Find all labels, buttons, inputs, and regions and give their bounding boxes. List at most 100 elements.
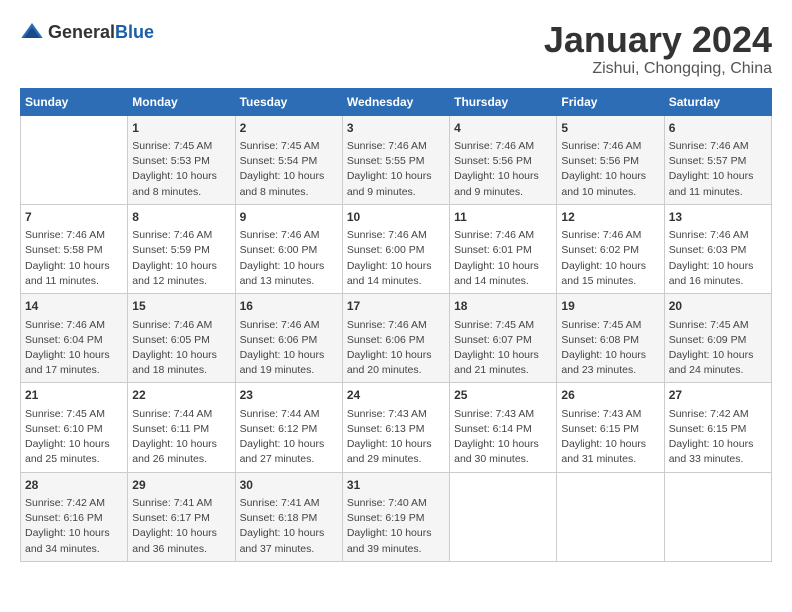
calendar-cell: 8 Sunrise: 7:46 AMSunset: 5:59 PMDaylight… xyxy=(128,204,235,293)
calendar-cell: 7 Sunrise: 7:46 AMSunset: 5:58 PMDaylight… xyxy=(21,204,128,293)
day-number: 7 xyxy=(25,209,123,226)
calendar-cell: 2 Sunrise: 7:45 AMSunset: 5:54 PMDaylight… xyxy=(235,115,342,204)
day-number: 22 xyxy=(132,387,230,404)
weekday-header-monday: Monday xyxy=(128,88,235,115)
cell-content: Sunrise: 7:43 AMSunset: 6:13 PMDaylight:… xyxy=(347,407,445,468)
cell-content: Sunrise: 7:45 AMSunset: 5:54 PMDaylight:… xyxy=(240,139,338,200)
calendar-cell: 29 Sunrise: 7:41 AMSunset: 6:17 PMDayligh… xyxy=(128,472,235,561)
cell-content: Sunrise: 7:46 AMSunset: 6:06 PMDaylight:… xyxy=(347,318,445,379)
calendar-cell: 14 Sunrise: 7:46 AMSunset: 6:04 PMDayligh… xyxy=(21,294,128,383)
cell-content: Sunrise: 7:46 AMSunset: 6:01 PMDaylight:… xyxy=(454,228,552,289)
calendar-cell xyxy=(21,115,128,204)
cell-content: Sunrise: 7:46 AMSunset: 5:55 PMDaylight:… xyxy=(347,139,445,200)
calendar-cell: 4 Sunrise: 7:46 AMSunset: 5:56 PMDaylight… xyxy=(450,115,557,204)
day-number: 14 xyxy=(25,298,123,315)
day-number: 8 xyxy=(132,209,230,226)
cell-content: Sunrise: 7:40 AMSunset: 6:19 PMDaylight:… xyxy=(347,496,445,557)
calendar-cell: 22 Sunrise: 7:44 AMSunset: 6:11 PMDayligh… xyxy=(128,383,235,472)
calendar-table: SundayMondayTuesdayWednesdayThursdayFrid… xyxy=(20,88,772,562)
cell-content: Sunrise: 7:46 AMSunset: 6:03 PMDaylight:… xyxy=(669,228,767,289)
location-title: Zishui, Chongqing, China xyxy=(544,60,772,78)
calendar-cell: 12 Sunrise: 7:46 AMSunset: 6:02 PMDayligh… xyxy=(557,204,664,293)
day-number: 9 xyxy=(240,209,338,226)
calendar-cell: 26Sunrise: 7:43 AMSunset: 6:15 PMDayligh… xyxy=(557,383,664,472)
day-number: 3 xyxy=(347,120,445,137)
calendar-cell: 9 Sunrise: 7:46 AMSunset: 6:00 PMDaylight… xyxy=(235,204,342,293)
cell-content: Sunrise: 7:45 AMSunset: 5:53 PMDaylight:… xyxy=(132,139,230,200)
cell-content: Sunrise: 7:45 AMSunset: 6:08 PMDaylight:… xyxy=(561,318,659,379)
calendar-cell xyxy=(664,472,771,561)
cell-content: Sunrise: 7:46 AMSunset: 6:04 PMDaylight:… xyxy=(25,318,123,379)
cell-content: Sunrise: 7:41 AMSunset: 6:18 PMDaylight:… xyxy=(240,496,338,557)
calendar-cell: 6 Sunrise: 7:46 AMSunset: 5:57 PMDaylight… xyxy=(664,115,771,204)
day-number: 28 xyxy=(25,477,123,494)
calendar-cell: 18Sunrise: 7:45 AMSunset: 6:07 PMDayligh… xyxy=(450,294,557,383)
day-number: 4 xyxy=(454,120,552,137)
day-number: 6 xyxy=(669,120,767,137)
day-number: 16 xyxy=(240,298,338,315)
day-number: 1 xyxy=(132,120,230,137)
calendar-cell: 3 Sunrise: 7:46 AMSunset: 5:55 PMDaylight… xyxy=(342,115,449,204)
logo-icon xyxy=(20,20,44,44)
day-number: 24 xyxy=(347,387,445,404)
calendar-week-row: 7 Sunrise: 7:46 AMSunset: 5:58 PMDaylight… xyxy=(21,204,772,293)
calendar-week-row: 1 Sunrise: 7:45 AMSunset: 5:53 PMDaylight… xyxy=(21,115,772,204)
day-number: 27 xyxy=(669,387,767,404)
logo: GeneralBlue xyxy=(20,20,154,44)
title-block: January 2024 Zishui, Chongqing, China xyxy=(544,20,772,78)
day-number: 2 xyxy=(240,120,338,137)
calendar-week-row: 28Sunrise: 7:42 AMSunset: 6:16 PMDayligh… xyxy=(21,472,772,561)
day-number: 15 xyxy=(132,298,230,315)
calendar-week-row: 14 Sunrise: 7:46 AMSunset: 6:04 PMDayligh… xyxy=(21,294,772,383)
calendar-cell: 23 Sunrise: 7:44 AMSunset: 6:12 PMDayligh… xyxy=(235,383,342,472)
calendar-cell: 17 Sunrise: 7:46 AMSunset: 6:06 PMDayligh… xyxy=(342,294,449,383)
calendar-cell: 20Sunrise: 7:45 AMSunset: 6:09 PMDayligh… xyxy=(664,294,771,383)
day-number: 30 xyxy=(240,477,338,494)
weekday-header-saturday: Saturday xyxy=(664,88,771,115)
day-number: 17 xyxy=(347,298,445,315)
cell-content: Sunrise: 7:44 AMSunset: 6:12 PMDaylight:… xyxy=(240,407,338,468)
cell-content: Sunrise: 7:46 AMSunset: 5:57 PMDaylight:… xyxy=(669,139,767,200)
day-number: 31 xyxy=(347,477,445,494)
cell-content: Sunrise: 7:42 AMSunset: 6:15 PMDaylight:… xyxy=(669,407,767,468)
day-number: 20 xyxy=(669,298,767,315)
calendar-cell: 10Sunrise: 7:46 AMSunset: 6:00 PMDayligh… xyxy=(342,204,449,293)
calendar-cell: 19 Sunrise: 7:45 AMSunset: 6:08 PMDayligh… xyxy=(557,294,664,383)
calendar-cell xyxy=(557,472,664,561)
cell-content: Sunrise: 7:46 AMSunset: 5:56 PMDaylight:… xyxy=(561,139,659,200)
day-number: 18 xyxy=(454,298,552,315)
calendar-header: SundayMondayTuesdayWednesdayThursdayFrid… xyxy=(21,88,772,115)
day-number: 29 xyxy=(132,477,230,494)
calendar-cell: 11Sunrise: 7:46 AMSunset: 6:01 PMDayligh… xyxy=(450,204,557,293)
cell-content: Sunrise: 7:41 AMSunset: 6:17 PMDaylight:… xyxy=(132,496,230,557)
calendar-cell: 31 Sunrise: 7:40 AMSunset: 6:19 PMDayligh… xyxy=(342,472,449,561)
logo-text-blue: Blue xyxy=(115,22,154,42)
cell-content: Sunrise: 7:46 AMSunset: 6:02 PMDaylight:… xyxy=(561,228,659,289)
cell-content: Sunrise: 7:46 AMSunset: 5:56 PMDaylight:… xyxy=(454,139,552,200)
cell-content: Sunrise: 7:46 AMSunset: 6:00 PMDaylight:… xyxy=(240,228,338,289)
weekday-header-thursday: Thursday xyxy=(450,88,557,115)
calendar-body: 1 Sunrise: 7:45 AMSunset: 5:53 PMDaylight… xyxy=(21,115,772,561)
calendar-cell: 28Sunrise: 7:42 AMSunset: 6:16 PMDayligh… xyxy=(21,472,128,561)
calendar-cell: 27 Sunrise: 7:42 AMSunset: 6:15 PMDayligh… xyxy=(664,383,771,472)
weekday-header-friday: Friday xyxy=(557,88,664,115)
day-number: 12 xyxy=(561,209,659,226)
cell-content: Sunrise: 7:44 AMSunset: 6:11 PMDaylight:… xyxy=(132,407,230,468)
calendar-cell: 5Sunrise: 7:46 AMSunset: 5:56 PMDaylight… xyxy=(557,115,664,204)
calendar-cell: 1 Sunrise: 7:45 AMSunset: 5:53 PMDaylight… xyxy=(128,115,235,204)
cell-content: Sunrise: 7:46 AMSunset: 5:59 PMDaylight:… xyxy=(132,228,230,289)
calendar-cell: 24 Sunrise: 7:43 AMSunset: 6:13 PMDayligh… xyxy=(342,383,449,472)
calendar-cell: 21Sunrise: 7:45 AMSunset: 6:10 PMDayligh… xyxy=(21,383,128,472)
day-number: 19 xyxy=(561,298,659,315)
day-number: 23 xyxy=(240,387,338,404)
day-number: 10 xyxy=(347,209,445,226)
cell-content: Sunrise: 7:45 AMSunset: 6:10 PMDaylight:… xyxy=(25,407,123,468)
month-title: January 2024 xyxy=(544,20,772,60)
calendar-cell: 15Sunrise: 7:46 AMSunset: 6:05 PMDayligh… xyxy=(128,294,235,383)
day-number: 25 xyxy=(454,387,552,404)
cell-content: Sunrise: 7:46 AMSunset: 5:58 PMDaylight:… xyxy=(25,228,123,289)
cell-content: Sunrise: 7:46 AMSunset: 6:06 PMDaylight:… xyxy=(240,318,338,379)
cell-content: Sunrise: 7:43 AMSunset: 6:15 PMDaylight:… xyxy=(561,407,659,468)
calendar-cell: 25Sunrise: 7:43 AMSunset: 6:14 PMDayligh… xyxy=(450,383,557,472)
calendar-cell xyxy=(450,472,557,561)
